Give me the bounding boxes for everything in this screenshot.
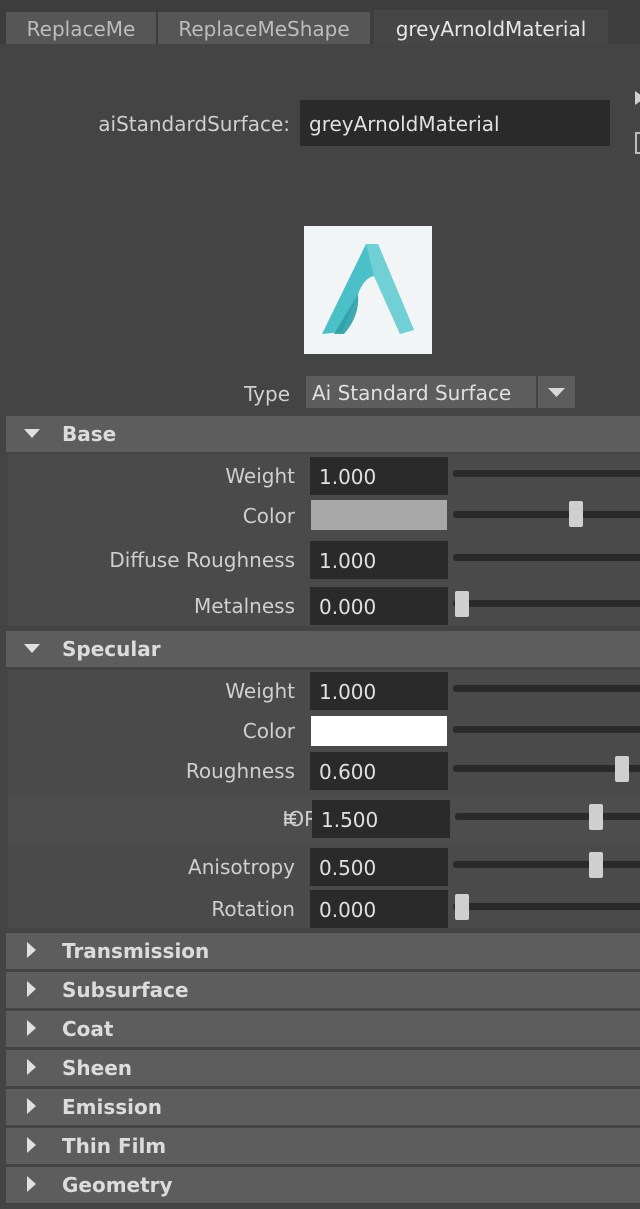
triangle-right-icon [27, 1059, 36, 1075]
triangle-right-icon [27, 981, 36, 997]
base-color-swatch[interactable] [311, 500, 447, 530]
spec-anisotropy-slider-handle[interactable] [589, 852, 603, 878]
triangle-right-icon [27, 1137, 36, 1153]
base-weight-slider[interactable] [453, 470, 640, 477]
spec-anisotropy-slider[interactable] [453, 861, 640, 868]
type-label: Type [244, 382, 290, 406]
section-thin-film-header[interactable]: Thin Film [6, 1128, 640, 1164]
spec-ior-field[interactable]: 1.500 [312, 800, 450, 838]
spec-color-label: Color [242, 719, 295, 743]
triangle-right-icon [27, 942, 36, 958]
node-type-label: aiStandardSurface: [98, 112, 290, 136]
type-dropdown-arrow[interactable] [538, 376, 575, 408]
base-color-label: Color [242, 504, 295, 528]
section-coat-header[interactable]: Coat [6, 1011, 640, 1047]
material-swatch-preview [304, 226, 432, 354]
section-subsurface-header[interactable]: Subsurface [6, 972, 640, 1008]
base-color-slider[interactable] [453, 511, 640, 518]
base-metalness-slider-handle[interactable] [455, 591, 469, 617]
spec-weight-slider[interactable] [453, 685, 640, 692]
section-base-title: Base [62, 422, 117, 446]
hamburger-menu-icon[interactable] [284, 813, 296, 825]
section-transmission-title: Transmission [62, 939, 210, 963]
spec-ior-slider[interactable] [455, 813, 640, 820]
spec-weight-field[interactable]: 1.000 [310, 672, 448, 710]
spec-rotation-slider[interactable] [453, 903, 640, 910]
spec-rotation-slider-handle[interactable] [455, 894, 469, 920]
section-sheen-title: Sheen [62, 1056, 133, 1080]
base-diffuse-roughness-label: Diffuse Roughness [109, 548, 295, 572]
triangle-right-icon [27, 1176, 36, 1192]
section-geometry-title: Geometry [62, 1173, 173, 1197]
section-geometry-header[interactable]: Geometry [6, 1167, 640, 1203]
base-weight-field[interactable]: 1.000 [310, 457, 448, 495]
tab-bar: ReplaceMe ReplaceMeShape greyArnoldMater… [0, 0, 640, 44]
spec-roughness-slider-handle[interactable] [615, 756, 629, 782]
spec-color-slider[interactable] [453, 726, 640, 733]
triangle-down-icon [24, 429, 40, 438]
spec-rotation-label: Rotation [211, 897, 295, 921]
base-metalness-label: Metalness [193, 594, 295, 618]
section-subsurface-title: Subsurface [62, 978, 189, 1002]
spec-anisotropy-label: Anisotropy [188, 855, 295, 879]
spec-ior-slider-handle[interactable] [589, 804, 603, 830]
base-diffuse-roughness-field[interactable]: 1.000 [310, 541, 448, 579]
spec-roughness-slider[interactable] [453, 765, 640, 772]
chevron-down-icon [548, 388, 565, 397]
arnold-logo-icon [322, 244, 414, 334]
spec-color-swatch[interactable] [311, 716, 447, 746]
base-metalness-slider[interactable] [453, 600, 640, 607]
section-emission-header[interactable]: Emission [6, 1089, 640, 1125]
section-thin-film-title: Thin Film [62, 1134, 167, 1158]
node-name-field[interactable]: greyArnoldMaterial [300, 100, 610, 146]
spec-roughness-field[interactable]: 0.600 [310, 752, 448, 790]
section-specular-header[interactable]: Specular [6, 631, 640, 667]
type-dropdown[interactable]: Ai Standard Surface [306, 376, 536, 408]
section-transmission-header[interactable]: Transmission [6, 933, 640, 969]
base-diffuse-roughness-slider[interactable] [453, 554, 640, 561]
spec-anisotropy-field[interactable]: 0.500 [310, 848, 448, 886]
triangle-down-icon [24, 644, 40, 653]
base-metalness-field[interactable]: 0.000 [310, 587, 448, 625]
spec-rotation-field[interactable]: 0.000 [310, 890, 448, 928]
section-emission-title: Emission [62, 1095, 162, 1119]
spec-weight-label: Weight [225, 679, 295, 703]
spec-roughness-label: Roughness [185, 759, 295, 783]
arrow-icon[interactable] [633, 88, 640, 108]
tab-greyarnoldmaterial[interactable]: greyArnoldMaterial [374, 10, 608, 44]
tab-replacemeshape[interactable]: ReplaceMeShape [158, 12, 370, 44]
section-specular-title: Specular [62, 637, 161, 661]
base-color-slider-handle[interactable] [569, 501, 583, 527]
base-weight-label: Weight [225, 464, 295, 488]
section-base-header[interactable]: Base [6, 416, 640, 452]
triangle-right-icon [27, 1020, 36, 1036]
tab-replaceme[interactable]: ReplaceMe [6, 12, 156, 44]
checkbox-icon[interactable] [635, 132, 640, 154]
section-coat-title: Coat [62, 1017, 114, 1041]
triangle-right-icon [27, 1098, 36, 1114]
section-sheen-header[interactable]: Sheen [6, 1050, 640, 1086]
